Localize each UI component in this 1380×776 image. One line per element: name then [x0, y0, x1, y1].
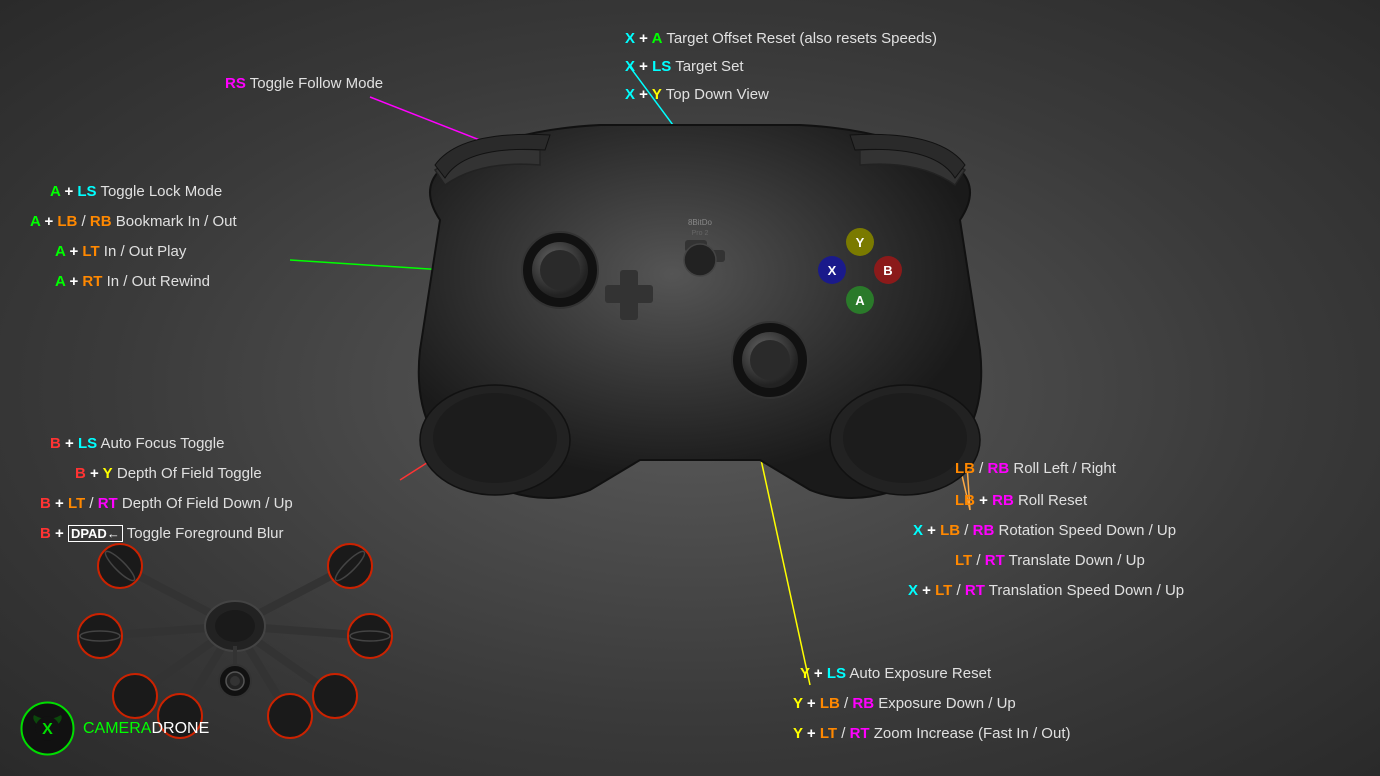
key-lb5: LB [820, 695, 840, 712]
logo-camera-text: CAMERA [83, 720, 151, 737]
label-a-ls: Toggle Lock Mode [100, 183, 222, 200]
svg-text:Y: Y [856, 235, 865, 250]
label-lb-rb: Roll Left / Right [1013, 460, 1116, 477]
label-b-ls: Auto Focus Toggle [100, 435, 224, 452]
key-y4: Y [793, 695, 803, 712]
key-x2: X [625, 58, 635, 75]
svg-text:X: X [42, 721, 53, 738]
key-rs: RS [225, 75, 246, 92]
annotation-y-lt-rt: Y + LT / RT Zoom Increase (Fast In / Out… [793, 725, 1070, 742]
label-rs: Toggle Follow Mode [250, 75, 383, 92]
annotation-a-ls: A + LS Toggle Lock Mode [50, 183, 222, 200]
annotation-x-lb-rb: X + LB / RB Rotation Speed Down / Up [913, 522, 1176, 539]
annotation-a-rt: A + RT In / Out Rewind [55, 273, 210, 290]
annotation-a-lb-rb: A + LB / RB Bookmark In / Out [30, 213, 237, 230]
key-y5: Y [793, 725, 803, 742]
label-a-lb-rb: Bookmark In / Out [116, 213, 237, 230]
annotation-b-ls: B + LS Auto Focus Toggle [50, 435, 224, 452]
key-lb3: LB [955, 492, 975, 509]
xbox-logo-icon: X [20, 701, 75, 756]
annotation-y-ls: Y + LS Auto Exposure Reset [800, 665, 991, 682]
key-rt5: RT [850, 725, 870, 742]
key-rb2: RB [988, 460, 1010, 477]
key-a3: A [30, 213, 40, 230]
key-rb: RB [90, 213, 112, 230]
key-ls: LS [652, 58, 671, 75]
annotation-lt-rt: LT / RT Translate Down / Up [955, 552, 1145, 569]
key-lt4: LT [935, 582, 952, 599]
key-lt3: LT [955, 552, 972, 569]
label-x-a: Target Offset Reset (also resets Speeds) [666, 30, 937, 47]
key-y: Y [652, 86, 662, 103]
key-x: X [625, 30, 635, 47]
annotation-lb-rb-reset: LB + RB Roll Reset [955, 492, 1087, 509]
label-x-ls: Target Set [675, 58, 743, 75]
svg-text:X: X [828, 263, 837, 278]
key-ls3: LS [78, 435, 97, 452]
logo-area: X CAMERADRONE [20, 701, 209, 756]
label-x-y: Top Down View [666, 86, 769, 103]
label-a-lt: In / Out Play [104, 243, 187, 260]
key-b4: B [40, 525, 51, 542]
key-y2: Y [103, 465, 113, 482]
svg-text:B: B [883, 263, 892, 278]
key-a4: A [55, 243, 65, 260]
key-lt: LT [82, 243, 99, 260]
annotation-x-ls: X + LS Target Set [625, 58, 744, 75]
key-a: A [652, 30, 663, 47]
annotation-y-lb-rb: Y + LB / RB Exposure Down / Up [793, 695, 1016, 712]
key-rt3: RT [985, 552, 1005, 569]
key-lt5: LT [820, 725, 837, 742]
key-rb4: RB [973, 522, 995, 539]
key-y3: Y [800, 665, 810, 682]
key-ls2: LS [77, 183, 96, 200]
key-x3: X [625, 86, 635, 103]
key-lb2: LB [955, 460, 975, 477]
annotation-a-lt: A + LT In / Out Play [55, 243, 186, 260]
label-x-lt-rt: Translation Speed Down / Up [989, 582, 1184, 599]
label-a-rt: In / Out Rewind [107, 273, 210, 290]
key-rb5: RB [852, 695, 874, 712]
svg-text:8BitDo: 8BitDo [688, 218, 713, 227]
annotation-b-y: B + Y Depth Of Field Toggle [75, 465, 262, 482]
label-y-ls: Auto Exposure Reset [849, 665, 991, 682]
key-rt4: RT [965, 582, 985, 599]
key-x4: X [913, 522, 923, 539]
svg-text:A: A [855, 293, 865, 308]
annotation-x-y: X + Y Top Down View [625, 86, 769, 103]
key-rt: RT [82, 273, 102, 290]
label-x-lb-rb: Rotation Speed Down / Up [998, 522, 1176, 539]
label-y-lb-rb: Exposure Down / Up [878, 695, 1016, 712]
annotation-lb-rb: LB / RB Roll Left / Right [955, 460, 1116, 477]
label-lt-rt: Translate Down / Up [1009, 552, 1145, 569]
annotation-x-a: X + A Target Offset Reset (also resets S… [625, 30, 937, 47]
label-y-lt-rt: Zoom Increase (Fast In / Out) [874, 725, 1071, 742]
key-ls4: LS [827, 665, 846, 682]
key-b2: B [75, 465, 86, 482]
annotation-x-lt-rt: X + LT / RT Translation Speed Down / Up [908, 582, 1184, 599]
annotation-rs: RS Toggle Follow Mode [225, 75, 383, 92]
key-x5: X [908, 582, 918, 599]
svg-text:Pro 2: Pro 2 [692, 230, 709, 237]
key-rb3: RB [992, 492, 1014, 509]
key-lb: LB [57, 213, 77, 230]
label-b-y: Depth Of Field Toggle [117, 465, 262, 482]
key-b: B [50, 435, 61, 452]
label-lb-rb-reset: Roll Reset [1018, 492, 1087, 509]
logo-drone-text: DRONE [151, 720, 209, 737]
logo-text: CAMERADRONE [83, 720, 209, 738]
key-a2: A [50, 183, 60, 200]
key-lb4: LB [940, 522, 960, 539]
key-b3: B [40, 495, 51, 512]
key-a5: A [55, 273, 65, 290]
